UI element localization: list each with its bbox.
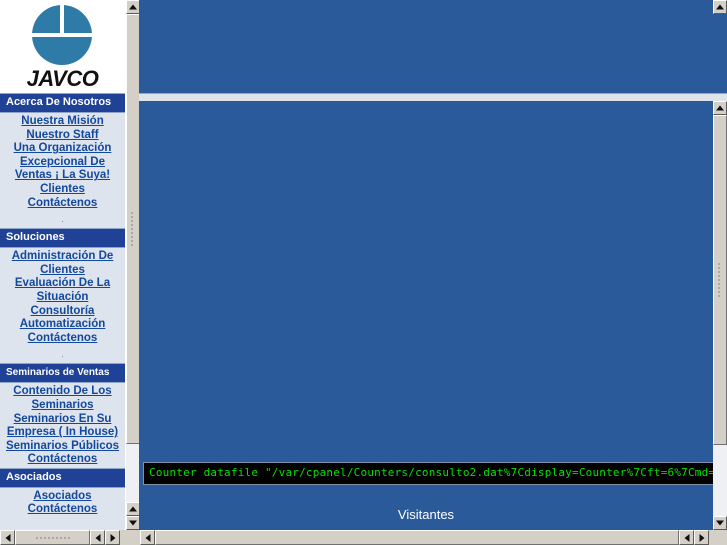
main-hscroll-left-button[interactable] xyxy=(140,530,155,545)
arrow-up-icon xyxy=(129,506,137,512)
sidebar-link[interactable]: Empresa ( In House) xyxy=(2,426,123,440)
sidebar-link[interactable]: Automatización xyxy=(2,318,123,332)
arrow-up-icon xyxy=(129,4,137,10)
banner-frame xyxy=(139,0,713,93)
sidebar-hscroll-left-button[interactable] xyxy=(0,530,15,545)
sidebar-link[interactable]: Consultoría xyxy=(2,305,123,319)
main-scroll-thumb[interactable] xyxy=(713,115,727,445)
sidebar-link[interactable]: Administración De xyxy=(2,250,123,264)
sidebar-link[interactable]: Clientes xyxy=(2,183,123,197)
sidebar-link[interactable]: Nuestro Staff xyxy=(2,129,123,143)
sidebar-nav: Acerca De Nosotros Nuestra Misión Nuestro … xyxy=(0,93,125,519)
sidebar-link[interactable]: Seminarios Públicos xyxy=(2,440,123,454)
scroll-grip xyxy=(717,262,723,298)
sidebar-link[interactable]: Seminarios xyxy=(2,399,123,413)
logo-wordmark: JAVCO xyxy=(26,66,99,91)
main-vertical-scrollbar[interactable] xyxy=(713,101,727,530)
sidebar-section-header: Seminarios de Ventas xyxy=(0,363,125,384)
main-hscroll-left-button-2[interactable] xyxy=(679,530,694,545)
sidebar-hscroll-thumb[interactable] xyxy=(15,530,90,545)
sidebar-section-header: Soluciones xyxy=(0,228,125,249)
javco-circle-logo-icon xyxy=(32,4,92,65)
sidebar-hscroll-left-button-2[interactable] xyxy=(90,530,105,545)
sidebar-link[interactable]: Clientes xyxy=(2,264,123,278)
arrow-left-icon xyxy=(95,533,100,542)
sidebar-link[interactable]: Nuestra Misión xyxy=(2,115,123,129)
main-scroll-down-button[interactable] xyxy=(713,516,727,530)
banner-scroll-up-button[interactable] xyxy=(713,0,727,14)
sidebar-link[interactable]: Contáctenos xyxy=(2,332,123,346)
arrow-down-icon xyxy=(716,520,724,526)
sidebar-link[interactable]: Una Organización xyxy=(2,142,123,156)
sidebar-vertical-scrollbar[interactable] xyxy=(125,0,139,530)
site-logo[interactable]: JAVCO xyxy=(0,0,125,93)
sidebar-link[interactable]: Asociados xyxy=(2,490,123,504)
scroll-grip xyxy=(130,211,136,247)
main-scroll-up-button[interactable] xyxy=(713,101,727,115)
content-area: Counter datafile "/var/cpanel/Counters/c… xyxy=(139,0,727,530)
sidebar-link[interactable]: Contáctenos xyxy=(2,503,123,517)
sidebar-link[interactable]: Excepcional De xyxy=(2,156,123,170)
sidebar-scroll-up-button[interactable] xyxy=(126,0,139,14)
bottom-scrollbar-bar xyxy=(0,530,727,545)
sidebar-section-links: Nuestra Misión Nuestro Staff Una Organizac… xyxy=(0,113,125,212)
arrow-right-icon xyxy=(699,533,704,542)
arrow-up-icon xyxy=(716,4,724,10)
sidebar-section-links: Contenido De Los Seminarios Seminarios En … xyxy=(0,383,125,468)
sidebar-link[interactable]: Seminarios En Su xyxy=(2,413,123,427)
sidebar-scroll-thumb[interactable] xyxy=(126,14,139,444)
sidebar-section-links: Administración De Clientes Evaluación De L… xyxy=(0,248,125,347)
sidebar-link[interactable]: Situación xyxy=(2,291,123,305)
arrow-left-icon xyxy=(684,533,689,542)
main-frame: Counter datafile "/var/cpanel/Counters/c… xyxy=(139,101,713,530)
sidebar-section-links: Asociados Contáctenos xyxy=(0,487,125,519)
sidebar-link[interactable]: Evaluación De La xyxy=(2,277,123,291)
sidebar-content: JAVCO Acerca De Nosotros Nuestra Misión Nu… xyxy=(0,0,125,530)
visitors-label: Visitantes xyxy=(397,507,455,522)
sidebar-link[interactable]: Contenido De Los xyxy=(2,385,123,399)
sidebar-tail-filler xyxy=(0,518,125,530)
sidebar-section-header: Asociados xyxy=(0,467,125,488)
counter-datafile-text: Counter datafile "/var/cpanel/Counters/c… xyxy=(149,466,713,479)
arrow-up-icon xyxy=(716,105,724,111)
scroll-grip xyxy=(35,536,71,540)
sidebar-link[interactable]: Contáctenos xyxy=(2,453,123,467)
sidebar-section-header: Acerca De Nosotros xyxy=(0,93,125,113)
sidebar-hscroll-right-button[interactable] xyxy=(105,530,120,545)
arrow-left-icon xyxy=(145,533,150,542)
sidebar-section-separator: . xyxy=(0,346,125,364)
sidebar-scroll-up-button-2[interactable] xyxy=(126,502,139,516)
sidebar-section-separator: . xyxy=(0,211,125,229)
main-hscroll-right-button[interactable] xyxy=(694,530,709,545)
browser-page: JAVCO Acerca De Nosotros Nuestra Misión Nu… xyxy=(0,0,727,545)
main-hscroll-thumb[interactable] xyxy=(155,530,679,545)
arrow-right-icon xyxy=(110,533,115,542)
counter-error-bar: Counter datafile "/var/cpanel/Counters/c… xyxy=(143,462,713,485)
sidebar-scroll-down-button[interactable] xyxy=(126,516,139,530)
arrow-left-icon xyxy=(5,533,10,542)
sidebar-frame: JAVCO Acerca De Nosotros Nuestra Misión Nu… xyxy=(0,0,139,530)
arrow-down-icon xyxy=(129,520,137,526)
banner-scrollbar-region[interactable] xyxy=(713,0,727,93)
sidebar-link[interactable]: Contáctenos xyxy=(2,197,123,211)
sidebar-link[interactable]: Ventas ¡ La Suya! xyxy=(2,169,123,183)
